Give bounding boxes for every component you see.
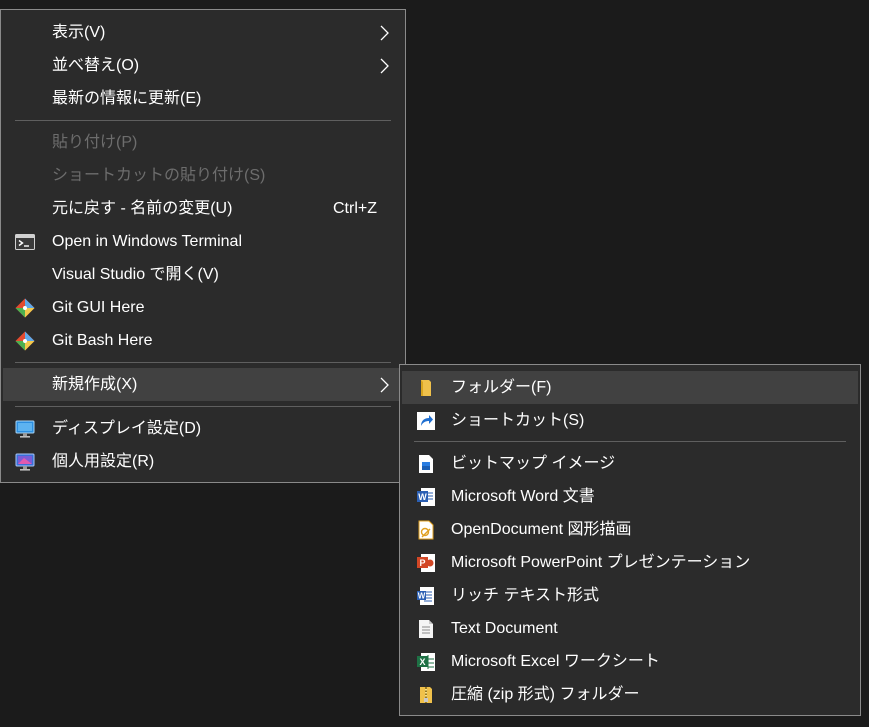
submenu-item-label: OpenDocument 図形描画	[451, 521, 632, 538]
shortcut-icon	[416, 411, 436, 431]
menu-item-display-settings[interactable]: ディスプレイ設定(D)	[3, 412, 403, 445]
menu-item-undo-rename[interactable]: 元に戻す - 名前の変更(U) Ctrl+Z	[3, 192, 403, 225]
git-icon	[15, 331, 35, 351]
chevron-right-icon	[377, 377, 391, 393]
text-document-icon	[416, 619, 436, 639]
menu-item-label: 新規作成(X)	[52, 376, 138, 393]
folder-icon	[416, 378, 436, 398]
menu-item-open-terminal[interactable]: Open in Windows Terminal	[3, 225, 403, 258]
menu-item-refresh[interactable]: 最新の情報に更新(E)	[3, 82, 403, 115]
menu-separator	[15, 120, 391, 121]
submenu-item-rich-text[interactable]: W リッチ テキスト形式	[402, 579, 858, 612]
word-icon: W	[416, 487, 436, 507]
git-icon	[15, 298, 35, 318]
terminal-icon	[15, 232, 35, 252]
submenu-item-label: Microsoft Word 文書	[451, 488, 595, 505]
submenu-item-label: ビットマップ イメージ	[451, 455, 616, 472]
menu-item-personalize[interactable]: 個人用設定(R)	[3, 445, 403, 478]
submenu-item-label: Text Document	[451, 620, 558, 637]
personalize-icon	[15, 452, 35, 472]
submenu-item-label: 圧縮 (zip 形式) フォルダー	[451, 686, 640, 703]
submenu-item-opendocument-drawing[interactable]: OpenDocument 図形描画	[402, 513, 858, 546]
submenu-item-text-document[interactable]: Text Document	[402, 612, 858, 645]
chevron-right-icon	[377, 58, 391, 74]
menu-item-git-bash[interactable]: Git Bash Here	[3, 324, 403, 357]
zip-folder-icon	[416, 685, 436, 705]
submenu-item-folder[interactable]: フォルダー(F)	[402, 371, 858, 404]
submenu-item-label: Microsoft Excel ワークシート	[451, 653, 660, 670]
menu-item-shortcut: Ctrl+Z	[333, 200, 377, 217]
powerpoint-icon: P	[416, 553, 436, 573]
menu-item-label: 貼り付け(P)	[52, 134, 138, 151]
menu-item-label: 最新の情報に更新(E)	[52, 90, 202, 107]
menu-item-label: 元に戻す - 名前の変更(U)	[52, 200, 233, 217]
menu-item-label: Git Bash Here	[52, 332, 153, 349]
submenu-item-label: リッチ テキスト形式	[451, 587, 599, 604]
menu-item-label: Open in Windows Terminal	[52, 233, 243, 250]
opendocument-drawing-icon	[416, 520, 436, 540]
menu-item-label: 並べ替え(O)	[52, 57, 140, 74]
menu-separator	[15, 362, 391, 363]
menu-separator	[15, 406, 391, 407]
svg-text:W: W	[418, 492, 427, 502]
submenu-item-bitmap[interactable]: ビットマップ イメージ	[402, 447, 858, 480]
menu-item-paste[interactable]: 貼り付け(P)	[3, 126, 403, 159]
submenu-item-powerpoint[interactable]: P Microsoft PowerPoint プレゼンテーション	[402, 546, 858, 579]
menu-item-view[interactable]: 表示(V)	[3, 16, 403, 49]
menu-item-label: 個人用設定(R)	[52, 453, 155, 470]
svg-text:W: W	[418, 592, 426, 601]
menu-item-open-visual-studio[interactable]: Visual Studio で開く(V)	[3, 258, 403, 291]
desktop[interactable]: 表示(V) 並べ替え(O) 最新の情報に更新(E) 貼り付け(P) ショートカッ…	[0, 0, 869, 727]
svg-text:P: P	[419, 558, 425, 568]
submenu-item-label: Microsoft PowerPoint プレゼンテーション	[451, 554, 751, 571]
menu-item-label: Git GUI Here	[52, 299, 145, 316]
submenu-item-excel[interactable]: X Microsoft Excel ワークシート	[402, 645, 858, 678]
rich-text-icon: W	[416, 586, 436, 606]
desktop-context-menu: 表示(V) 並べ替え(O) 最新の情報に更新(E) 貼り付け(P) ショートカッ…	[0, 9, 406, 483]
menu-item-label: ディスプレイ設定(D)	[52, 420, 202, 437]
submenu-item-word[interactable]: W Microsoft Word 文書	[402, 480, 858, 513]
menu-item-sort[interactable]: 並べ替え(O)	[3, 49, 403, 82]
menu-separator	[414, 441, 846, 442]
submenu-item-label: ショートカット(S)	[451, 412, 585, 429]
menu-item-label: 表示(V)	[52, 24, 106, 41]
menu-item-new[interactable]: 新規作成(X)	[3, 368, 403, 401]
display-settings-icon	[15, 419, 35, 439]
chevron-right-icon	[377, 25, 391, 41]
menu-item-label: Visual Studio で開く(V)	[52, 266, 219, 283]
new-submenu: フォルダー(F) ショートカット(S) ビットマップ イメージ W Micros…	[399, 364, 861, 716]
submenu-item-zip-folder[interactable]: 圧縮 (zip 形式) フォルダー	[402, 678, 858, 711]
submenu-item-shortcut[interactable]: ショートカット(S)	[402, 404, 858, 437]
submenu-item-label: フォルダー(F)	[451, 379, 552, 396]
menu-item-git-gui[interactable]: Git GUI Here	[3, 291, 403, 324]
svg-text:X: X	[419, 657, 425, 667]
menu-item-label: ショートカットの貼り付け(S)	[52, 167, 266, 184]
menu-item-paste-shortcut[interactable]: ショートカットの貼り付け(S)	[3, 159, 403, 192]
bitmap-icon	[416, 454, 436, 474]
excel-icon: X	[416, 652, 436, 672]
